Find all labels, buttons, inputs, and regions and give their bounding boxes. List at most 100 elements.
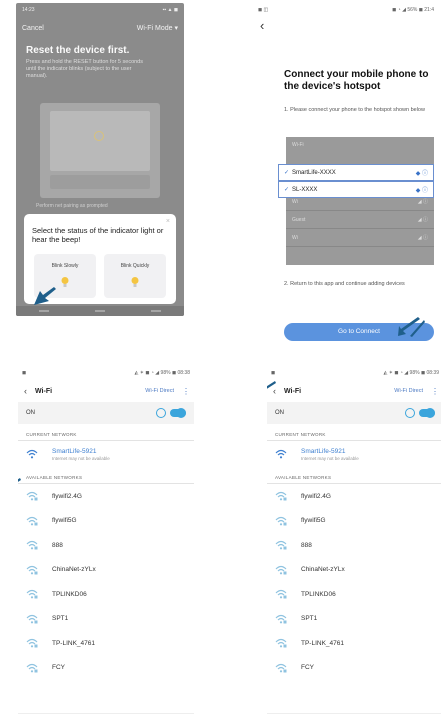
wifi-secured-icon [275,589,287,599]
page-title: Reset the device first. [26,45,130,56]
network-row[interactable]: SPT1 [18,607,194,632]
hotspot-row-smartlife[interactable]: ✓ SmartLife-XXXX ◆ ⓘ [278,164,434,181]
status-bar: ◼ ◫ ◼ ◔ ◢ 56% ◼ 21:4 [254,3,438,17]
wifi-secured-icon [26,540,38,550]
page-title: Wi-Fi [35,387,53,395]
wifi-secured-icon [275,663,287,673]
network-name: TPLINKD06 [301,590,336,598]
current-network-row[interactable]: SmartLife-5921 Internet may not be avail… [267,441,441,467]
network-name: TP-LINK_4761 [52,639,95,647]
back-button[interactable]: ‹ [24,386,27,396]
pointer-arrow-icon [32,285,56,307]
status-right: ◭ ✶ ◼ ◔ ◢ 98% ◼ 08:39 [383,370,439,376]
network-row[interactable]: flywifi5G [18,509,194,534]
wifi-secured-icon [275,638,287,648]
wifi-toggle-row: ON [267,402,441,424]
available-network-list: flywifi2.4G flywifi5G 888 ChinaNet-zYLx TPLI… [267,484,441,680]
network-row[interactable]: flywifi5G [267,509,441,534]
wifi-toggle[interactable] [405,408,435,418]
status-left: ◼ ◫ [258,7,269,13]
current-network-row[interactable]: SmartLife-5921 Internet may not be avail… [18,441,194,467]
current-network-name: SmartLife-5921 [301,447,346,455]
wifi-header: Wi-Fi [292,142,304,148]
bulb-icon [60,276,70,288]
wifi-secured-icon [26,491,38,501]
on-label: ON [26,410,35,416]
cancel-button[interactable]: Cancel [22,25,44,32]
network-row[interactable]: SPT1 [267,607,441,632]
wifi-direct-link[interactable]: Wi-Fi Direct [145,388,174,394]
wifi-secured-icon [275,491,287,501]
status-left: ◼ [22,370,27,376]
dialog-question: Select the status of the indicator light… [32,226,164,244]
wifi-direct-link[interactable]: Wi-Fi Direct [394,388,423,394]
current-network-name: SmartLife-5921 [52,447,97,455]
wifi-secured-icon [275,565,287,575]
blurred-network-row: Guest ◢ ⓘ [286,211,434,229]
network-row[interactable]: TPLINKD06 [267,582,441,607]
wifi-secured-icon [275,540,287,550]
network-name: TPLINKD06 [52,590,87,598]
network-name: ChinaNet-zYLx [52,566,96,574]
network-name: 888 [52,541,63,549]
wifi-secured-icon [26,663,38,673]
page-title: Wi-Fi [284,387,302,395]
router-image [40,103,160,198]
hotspot-name: SL-XXXX [292,187,318,193]
wifi-settings-screen: ◼ ◭ ✶ ◼ ◔ ◢ 98% ◼ 08:39 ‹ Wi-Fi Wi-Fi Dir… [267,366,441,720]
status-bar: ◼ ◭ ✶ ◼ ◔ ◢ 98% ◼ 08:38 [18,366,194,380]
network-name: SPT1 [301,615,318,623]
status-bar: ◼ ◭ ✶ ◼ ◔ ◢ 98% ◼ 08:39 [267,366,441,380]
network-row[interactable]: 888 [267,533,441,558]
status-right: ◭ ✶ ◼ ◔ ◢ 98% ◼ 08:38 [134,370,190,376]
more-options-icon[interactable]: ⋮ [431,387,439,396]
network-name: flywifi2.4G [301,492,331,500]
indicator-led [94,131,104,141]
section-header-available: AVAILABLE NETWORKS [18,467,194,484]
page-title: Connect your mobile phone to the device'… [284,69,429,92]
close-icon[interactable]: × [166,218,170,225]
section-header-current: CURRENT NETWORK [18,424,194,441]
hotspot-screen: ◼ ◫ ◼ ◔ ◢ 56% ◼ 21:4 ‹ Connect your mobi… [254,3,438,343]
network-row[interactable]: TPLINKD06 [18,582,194,607]
current-network-status: Internet may not be available [52,455,110,461]
more-options-icon[interactable]: ⋮ [182,387,190,396]
top-nav: Cancel Wi-Fi Mode ▾ [16,17,184,39]
bulb-icon [130,276,140,288]
pointer-arrow-icon [18,477,22,493]
info-icon: ◆ ⓘ [415,171,428,177]
check-icon: ✓ [284,170,290,176]
network-name: SPT1 [52,615,69,623]
back-button[interactable]: ‹ [254,17,438,39]
section-header-available: AVAILABLE NETWORKS [267,467,441,484]
network-row[interactable]: flywifi2.4G [18,484,194,509]
network-row[interactable]: TP-LINK_4761 [267,631,441,656]
network-row[interactable]: flywifi2.4G [267,484,441,509]
status-time: 14:23 [22,7,35,13]
reset-device-screen: 14:23 ▪▪ ▲ ◼ Cancel Wi-Fi Mode ▾ Reset t… [16,3,184,316]
wifi-toggle[interactable] [156,408,186,418]
pointer-arrow-icon [396,316,426,338]
mode-selector[interactable]: Wi-Fi Mode ▾ [137,24,178,32]
option-label: Blink Slowly [51,263,79,269]
wifi-secured-icon [26,565,38,575]
network-row[interactable]: ChinaNet-zYLx [18,558,194,583]
wifi-toggle-row: ON [18,402,194,424]
android-nav-bar [16,306,184,316]
network-row[interactable]: ChinaNet-zYLx [267,558,441,583]
network-name: FCY [52,664,65,672]
hotspot-row-sl[interactable]: ✓ SL-XXXX ◆ ⓘ [278,181,434,198]
network-row[interactable]: FCY [267,656,441,681]
network-name: flywifi2.4G [52,492,82,500]
network-name: FCY [301,664,314,672]
option-label: Blink Quickly [120,263,150,269]
available-network-list: flywifi2.4G flywifi5G 888 ChinaNet-zYLx TPLI… [18,484,194,680]
network-row[interactable]: 888 [18,533,194,558]
network-row[interactable]: FCY [18,656,194,681]
blink-quickly-option[interactable]: Blink Quickly [104,254,166,298]
blurred-network-row: Wi ◢ ⓘ [286,229,434,247]
status-icons: ▪▪ ▲ ◼ [162,7,178,13]
network-row[interactable]: TP-LINK_4761 [18,631,194,656]
network-name: flywifi5G [301,517,326,525]
pairing-hint: Perform net pairing as prompted [36,203,108,209]
